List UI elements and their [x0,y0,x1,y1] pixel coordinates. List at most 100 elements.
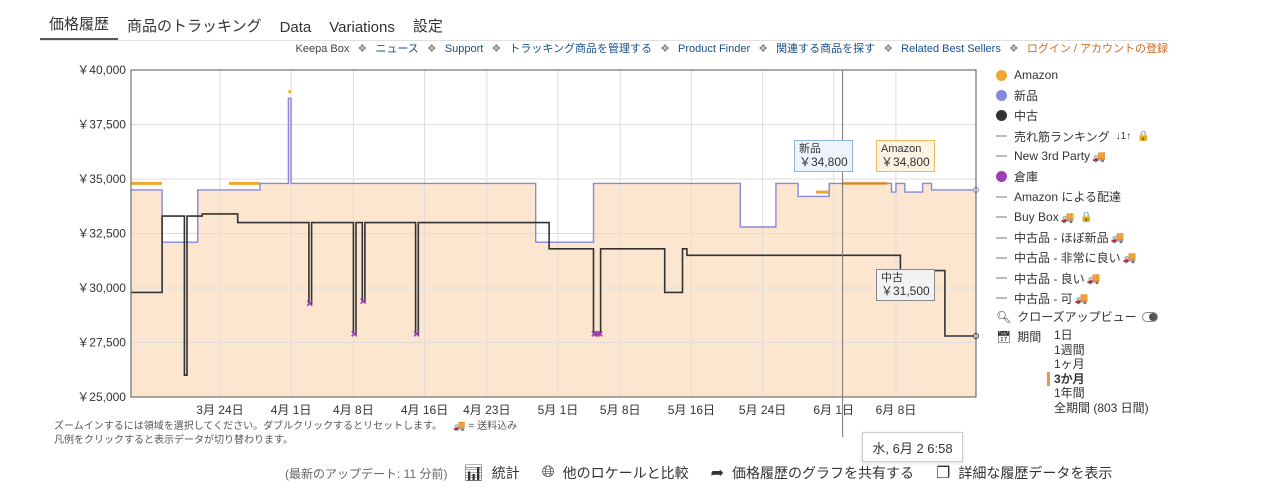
x-tick-label: 4月 16日 [401,403,448,417]
x-tick-label: 3月 24日 [196,403,243,417]
legend-item-used-acceptable[interactable]: 中古品 - 可 🚚 [996,288,1150,308]
legend-label: 新品 [1014,88,1039,103]
magnifier-icon: 🔍︎ [996,309,1012,324]
legend-item-used[interactable]: 中古 [996,106,1150,126]
chart-legend: Amazon 新品 中古 売れ筋ランキング ↓1↑ 🔒 New 3rd Party 🚚… [996,65,1150,309]
tooltip-used-value: ￥31,500 [881,284,930,298]
y-tick-label: ￥25,000 [77,390,126,404]
legend-label: 売れ筋ランキング [1014,129,1110,144]
y-tick-label: ￥37,500 [77,118,126,132]
toggle-icon[interactable] [1141,311,1158,322]
legend-label: New 3rd Party [1014,149,1091,164]
compare-label: 他のロケールと比較 [562,465,689,481]
legend-label: Buy Box [1014,210,1059,225]
legend-dot-icon [996,110,1007,122]
legend-dot-icon [996,89,1007,101]
calendar-icon: 📅︎ [996,329,1012,344]
legend-label: 中古品 - 良い [1014,271,1085,286]
stats-button[interactable]: 📊︎ 統計 [463,463,519,483]
y-tick-label: ￥32,500 [77,227,126,241]
tooltip-amazon-value: ￥34,800 [881,155,930,169]
chart-footer: (最新のアップデート: 11 分前) 📊︎ 統計 🌐︎ 他のロケールと比較 ➦ 価格履… [285,463,1134,483]
legend-line-icon [996,135,1007,138]
legend-line-icon [996,256,1007,259]
truck-icon: 🚚 [1086,272,1101,285]
hint-zoom: ズームインするには領域を選択してください。ダブルクリックするとリセットします。 [54,421,443,432]
chart-hint: ズームインするには領域を選択してください。ダブルクリックするとリセットします。 … [54,420,517,448]
period-option-all[interactable]: 全期間 (803 日間) [1054,401,1149,416]
x-tick-label: 5月 24日 [739,403,786,417]
globe-icon: 🌐︎ [541,464,555,481]
legend-label: 中古 [1014,109,1039,124]
last-update: (最新のアップデート: 11 分前) [285,466,448,481]
legend-label: 中古品 - ほぼ新品 [1014,231,1109,246]
stats-label: 統計 [491,465,520,481]
x-tick-label: 6月 8日 [876,403,917,417]
legend-line-icon [996,155,1007,158]
y-tick-label: ￥40,000 [77,63,126,77]
period-label: 期間 [1017,330,1042,344]
truck-icon: 🚚 [1110,232,1125,245]
x-tick-label: 4月 8日 [333,403,374,417]
tooltip-amazon: Amazon ￥34,800 [876,140,935,172]
x-tick-label: 6月 1日 [813,403,854,417]
legend-item-used-very-good[interactable]: 中古品 - 非常に良い 🚚 [996,248,1150,268]
legend-line-icon [996,277,1007,280]
y-tick-label: ￥30,000 [77,281,126,295]
truck-icon: 🚚 [1074,292,1089,305]
x-tick-label: 5月 1日 [538,403,579,417]
hint-shipping: = 送料込み [468,421,518,432]
legend-dot-icon [996,171,1007,183]
period-option-1month[interactable]: 1ヶ月 [1054,357,1149,372]
y-tick-label: ￥27,500 [77,336,126,350]
truck-icon: 🚚 [1122,252,1137,265]
legend-label: 倉庫 [1014,170,1039,185]
tooltip-new: 新品 ￥34,800 [794,140,853,172]
detailed-data-button[interactable]: ❐ 詳細な履歴データを表示 [936,463,1112,483]
closeup-label: クローズアップビュー [1017,310,1137,324]
y-tick-label: ￥35,000 [77,172,126,186]
copy-icon: ❐ [935,465,951,482]
x-tick-label: 4月 23日 [463,403,510,417]
legend-item-used-good[interactable]: 中古品 - 良い 🚚 [996,268,1150,288]
x-tick-label: 5月 8日 [600,403,641,417]
details-label: 詳細な履歴データを表示 [958,465,1113,481]
lock-icon: 🔒 [1137,130,1150,142]
legend-item-amazon[interactable]: Amazon [996,65,1150,85]
legend-item-new-3rd-party[interactable]: New 3rd Party 🚚 [996,146,1150,166]
truck-icon: 🚚 [1060,211,1075,224]
crosshair-date-label: 水, 6月 2 6:58 [862,432,963,462]
legend-item-fba[interactable]: Amazon による配達 [996,187,1150,207]
legend-line-icon [996,236,1007,239]
period-option-3months[interactable]: 3か月 [1047,371,1149,386]
truck-icon: 🚚 [453,421,466,432]
legend-label: 中古品 - 可 [1014,291,1073,306]
tooltip-used: 中古 ￥31,500 [876,269,935,301]
period-option-1week[interactable]: 1週間 [1054,343,1149,358]
compare-locales-button[interactable]: 🌐︎ 他のロケールと比較 [542,463,689,483]
legend-line-icon [996,195,1007,198]
legend-dot-icon [996,69,1007,81]
share-arrow-icon: ➦ [710,465,724,482]
legend-item-buy-box[interactable]: Buy Box 🚚 🔒 [996,207,1150,227]
share-graph-button[interactable]: ➦ 価格履歴のグラフを共有する [711,463,914,483]
legend-label: Amazon による配達 [1014,190,1121,205]
truck-icon: 🚚 [1092,150,1106,163]
legend-item-new[interactable]: 新品 [996,85,1150,105]
legend-label: 中古品 - 非常に良い [1014,251,1121,266]
legend-line-icon [996,216,1007,219]
share-label: 価格履歴のグラフを共有する [731,465,914,481]
legend-item-used-like-new[interactable]: 中古品 - ほぼ新品 🚚 [996,227,1150,247]
sort-icon: ↓1↑ [1115,130,1132,142]
tooltip-new-value: ￥34,800 [799,155,848,169]
lock-icon: 🔒 [1080,211,1093,223]
period-option-1day[interactable]: 1日 [1054,328,1149,343]
bar-chart-icon: 📊︎ [463,465,484,482]
x-tick-label: 5月 16日 [668,403,715,417]
x-tick-label: 4月 1日 [271,403,312,417]
closeup-view-toggle[interactable]: 🔍︎ クローズアップビュー [996,308,1158,325]
hint-legend: 凡例をクリックすると表示データが切り替わります。 [54,435,293,446]
legend-item-sales-rank[interactable]: 売れ筋ランキング ↓1↑ 🔒 [996,126,1150,146]
period-option-1year[interactable]: 1年間 [1054,386,1149,401]
legend-item-warehouse[interactable]: 倉庫 [996,166,1150,186]
